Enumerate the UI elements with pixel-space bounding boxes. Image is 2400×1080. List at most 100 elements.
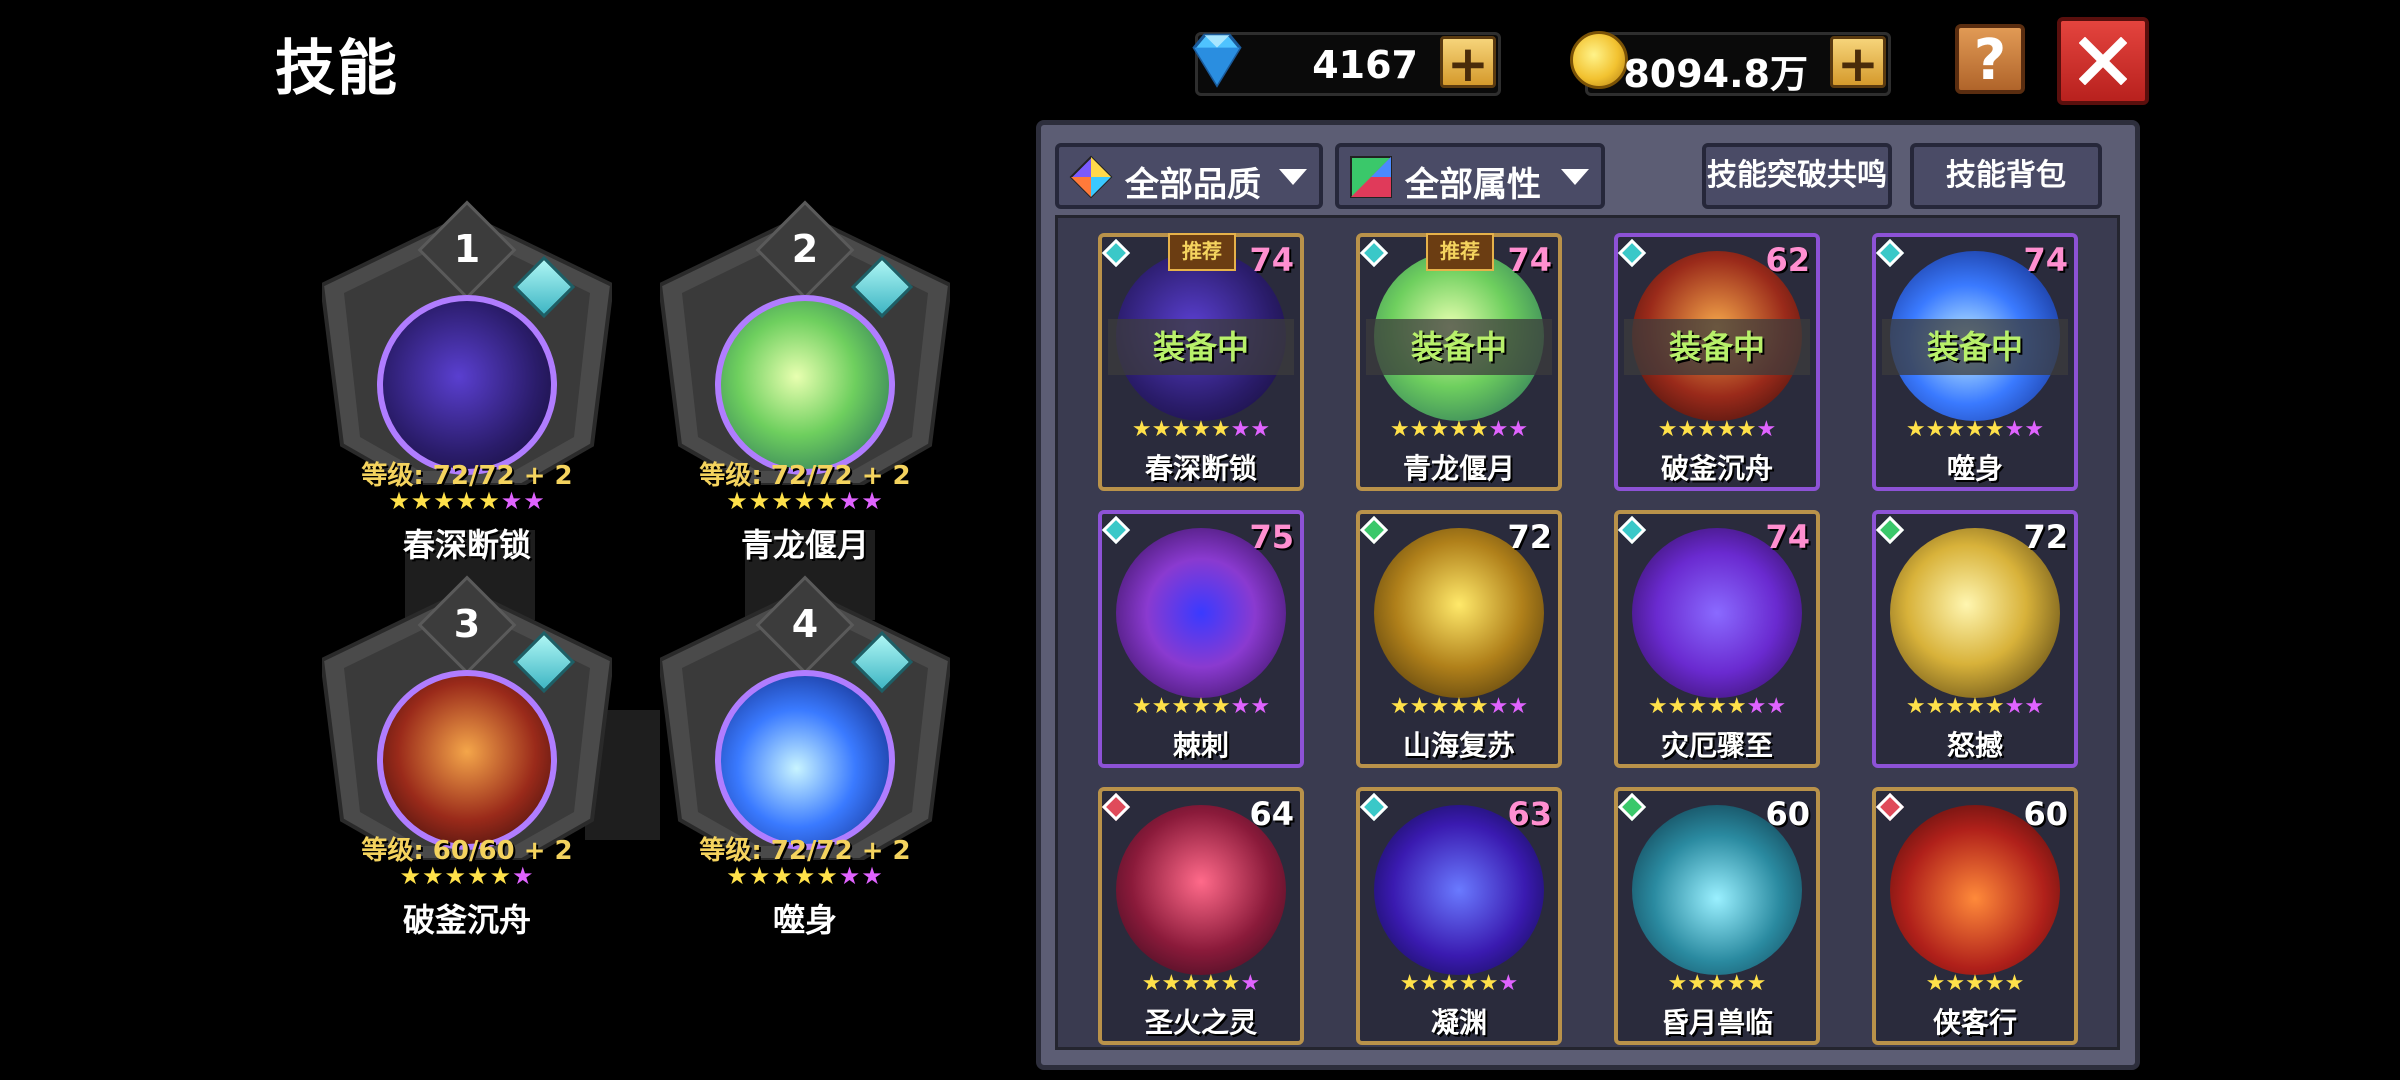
star-icon: ★ [1984, 694, 2005, 719]
star-icon: ★ [1667, 694, 1688, 719]
star-icon: ★ [1508, 694, 1529, 719]
star-icon: ★ [1399, 971, 1420, 996]
attribute-type-icon [1101, 515, 1131, 545]
star-icon: ★ [1945, 694, 1966, 719]
star-icon: ★ [1707, 971, 1727, 996]
star-icon: ★ [1151, 417, 1172, 442]
skill-card[interactable]: 72 ★★★★★★★ 山海复苏 [1356, 510, 1562, 768]
skill-orb-icon [715, 670, 895, 850]
star-icon: ★ [1726, 971, 1747, 996]
skill-stars: ★★★★★★ [1618, 417, 1816, 442]
slot-stars: ★★★★★★★ [660, 487, 950, 515]
slot-skill-name: 青龙偃月 [740, 526, 869, 564]
skill-resonance-button[interactable]: 技能突破共鸣 [1702, 143, 1892, 209]
gold-count: 8094.8万 [1623, 52, 1808, 96]
star-icon: ★ [1965, 971, 1985, 996]
equipped-label: 装备中 [1882, 319, 2068, 375]
page-title: 技能 [275, 34, 399, 104]
close-icon [2079, 37, 2127, 85]
skill-card[interactable]: 74 推荐 装备中 ★★★★★★★ 青龙偃月 [1356, 233, 1562, 491]
equipped-skill-slot-3[interactable]: 3 等级: 60/60 + 2 ★★★★★★ 破釜沉舟 [319, 575, 615, 939]
star-icon: ★ [1449, 694, 1469, 719]
star-icon: ★ [771, 487, 794, 515]
star-icon: ★ [1657, 417, 1678, 442]
star-icon: ★ [1905, 417, 1926, 442]
slot-stars: ★★★★★★ [322, 862, 612, 890]
skill-level: 63 [1507, 795, 1552, 833]
skill-stars: ★★★★★★ [1102, 971, 1300, 996]
skill-stars: ★★★★★★★ [1876, 694, 2074, 719]
skill-card[interactable]: 75 ★★★★★★★ 棘刺 [1098, 510, 1304, 768]
skill-level: 75 [1249, 518, 1294, 556]
star-icon: ★ [1429, 694, 1450, 719]
skill-level: 72 [1507, 518, 1552, 556]
star-icon: ★ [489, 862, 513, 890]
add-gold-button[interactable]: + [1830, 36, 1886, 89]
star-icon: ★ [1220, 971, 1241, 996]
skill-bag-button[interactable]: 技能背包 [1910, 143, 2102, 209]
add-gems-button[interactable]: + [1440, 36, 1496, 89]
star-icon: ★ [1439, 971, 1459, 996]
star-icon: ★ [1230, 417, 1251, 442]
star-icon: ★ [1965, 694, 1985, 719]
star-icon: ★ [1687, 694, 1708, 719]
star-icon: ★ [1508, 417, 1529, 442]
star-icon: ★ [793, 487, 817, 515]
skill-stars: ★★★★★★★ [1360, 417, 1558, 442]
skill-card[interactable]: 63 ★★★★★★ 凝渊 [1356, 787, 1562, 1045]
skill-level: 74 [1249, 241, 1294, 279]
star-icon: ★ [1984, 417, 2005, 442]
skill-name: 青龙偃月 [1402, 452, 1515, 485]
skill-card[interactable]: 74 装备中 ★★★★★★★ 噬身 [1872, 233, 2078, 491]
star-icon: ★ [433, 487, 456, 515]
star-icon: ★ [1736, 417, 1757, 442]
star-icon: ★ [410, 487, 434, 515]
skill-stars: ★★★★★ [1876, 971, 2074, 996]
star-icon: ★ [1389, 417, 1410, 442]
star-icon: ★ [793, 862, 817, 890]
star-icon: ★ [1389, 694, 1410, 719]
skill-stars: ★★★★★★★ [1102, 694, 1300, 719]
star-icon: ★ [399, 862, 422, 890]
help-button[interactable]: ? [1955, 24, 2025, 94]
attribute-type-icon [1359, 238, 1389, 268]
star-icon: ★ [748, 487, 772, 515]
star-icon: ★ [816, 487, 839, 515]
skill-card[interactable]: 60 ★★★★★ 昏月兽临 [1614, 787, 1820, 1045]
skill-card[interactable]: 74 推荐 装备中 ★★★★★★★ 春深断锁 [1098, 233, 1304, 491]
close-button[interactable] [2057, 17, 2149, 105]
slot-stars: ★★★★★★★ [322, 487, 612, 515]
skill-card[interactable]: 60 ★★★★★ 侠客行 [1872, 787, 2078, 1045]
star-icon: ★ [1419, 971, 1440, 996]
star-icon: ★ [1697, 417, 1717, 442]
skill-card[interactable]: 64 ★★★★★★ 圣火之灵 [1098, 787, 1304, 1045]
skill-level: 64 [1249, 795, 1294, 833]
star-icon: ★ [1905, 694, 1926, 719]
star-icon: ★ [500, 487, 524, 515]
quality-filter-dropdown[interactable]: 全部品质 [1055, 143, 1323, 209]
slot-number: 1 [453, 227, 481, 271]
equipped-skill-slot-1[interactable]: 1 等级: 72/72 + 2 ★★★★★★★ 春深断锁 [319, 200, 615, 564]
star-icon: ★ [1945, 971, 1966, 996]
skill-card[interactable]: 62 装备中 ★★★★★★ 破釜沉舟 [1614, 233, 1820, 491]
equipped-skill-slot-4[interactable]: 4 等级: 72/72 + 2 ★★★★★★★ 噬身 [657, 575, 953, 939]
star-icon: ★ [861, 862, 884, 890]
attribute-type-icon [1617, 238, 1647, 268]
skill-orb-icon [377, 670, 557, 850]
star-icon: ★ [1667, 971, 1688, 996]
star-icon: ★ [1409, 694, 1430, 719]
skill-card[interactable]: 72 ★★★★★★★ 怒撼 [1872, 510, 2078, 768]
attribute-filter-dropdown[interactable]: 全部属性 [1335, 143, 1605, 209]
star-icon: ★ [2004, 694, 2025, 719]
star-icon: ★ [1250, 694, 1271, 719]
star-icon: ★ [1478, 971, 1499, 996]
star-icon: ★ [1488, 417, 1509, 442]
star-icon: ★ [1191, 694, 1211, 719]
attribute-type-icon [1617, 515, 1647, 545]
star-icon: ★ [1171, 417, 1192, 442]
equipped-skill-slot-2[interactable]: 2 等级: 72/72 + 2 ★★★★★★★ 青龙偃月 [657, 200, 953, 564]
attribute-type-icon [1875, 238, 1905, 268]
skill-card[interactable]: 74 ★★★★★★★ 灾厄骤至 [1614, 510, 1820, 768]
star-icon: ★ [523, 487, 546, 515]
star-icon: ★ [1409, 417, 1430, 442]
